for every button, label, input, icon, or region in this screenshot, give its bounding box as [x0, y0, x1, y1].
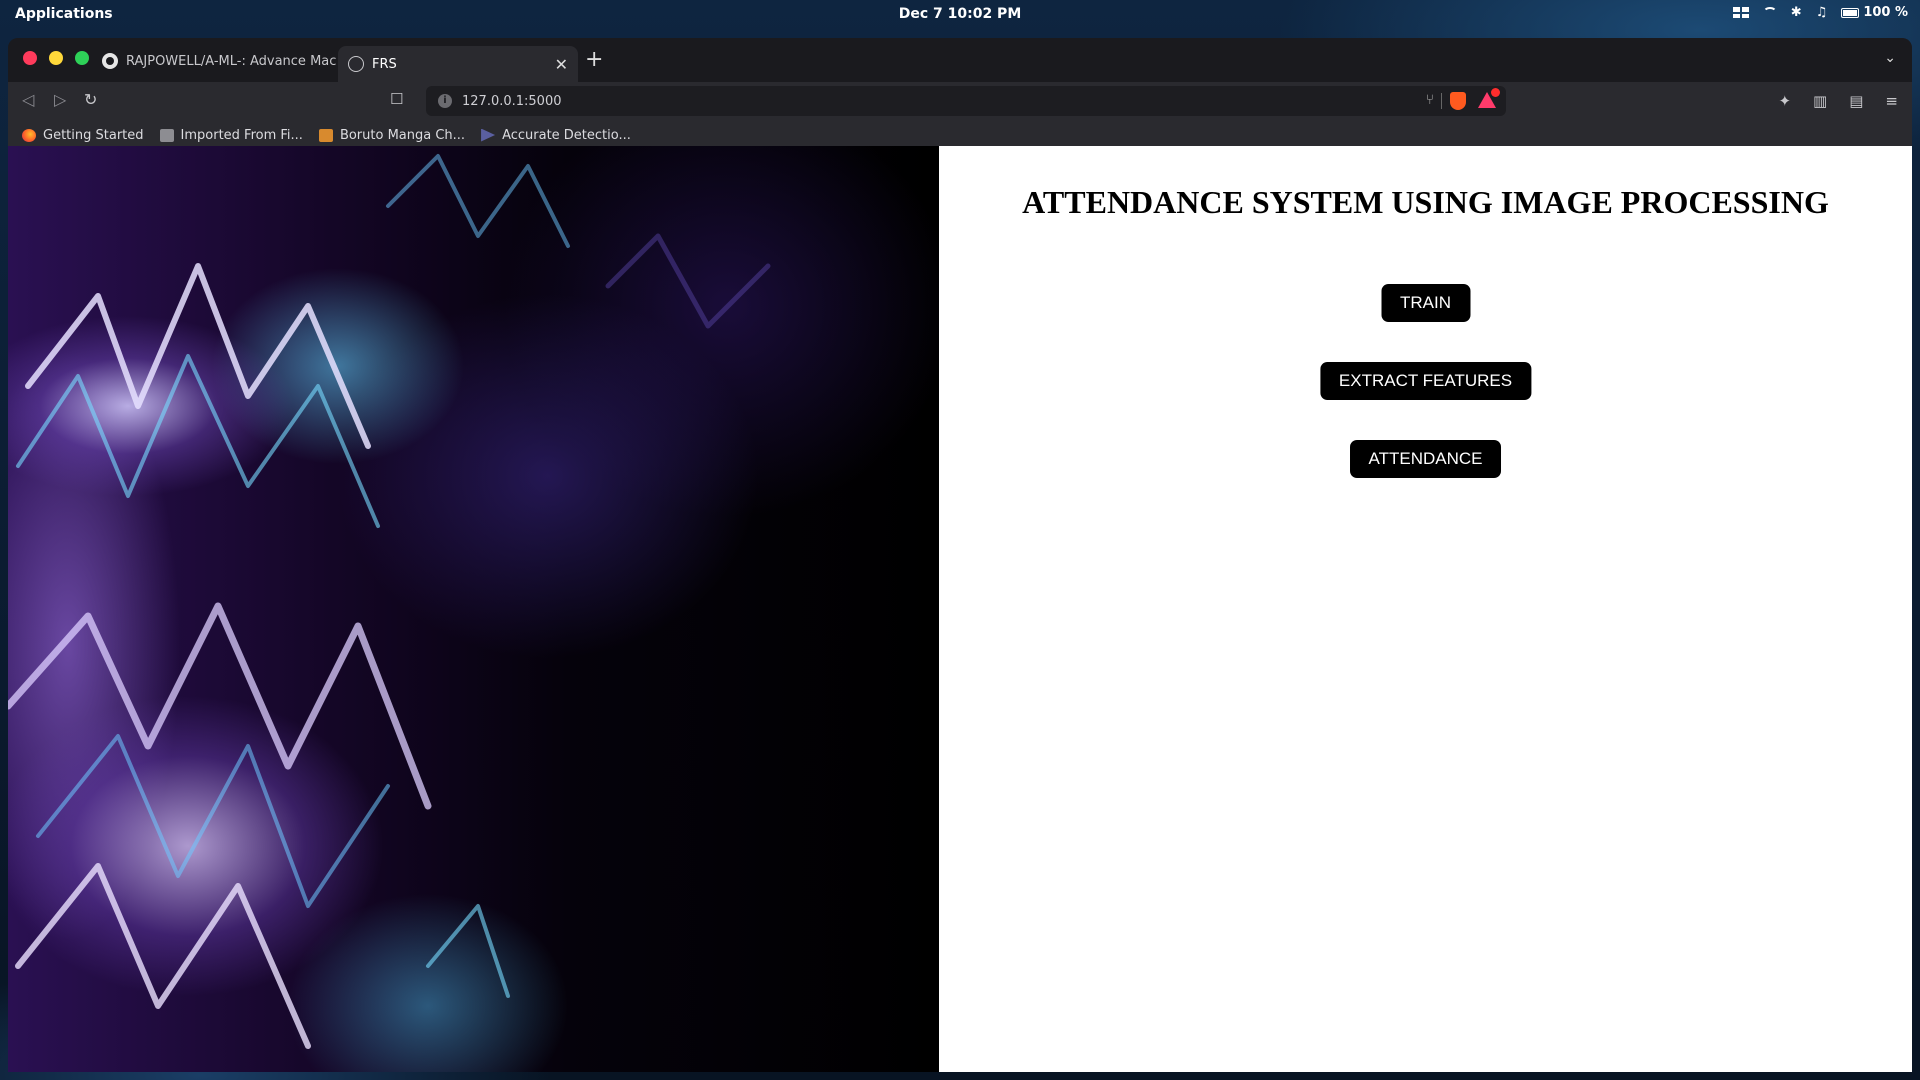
battery-indicator[interactable]: 100 % — [1841, 5, 1908, 20]
train-button[interactable]: TRAIN — [1381, 284, 1470, 322]
bookmark-getting-started[interactable]: Getting Started — [22, 128, 144, 143]
battery-icon — [1841, 7, 1860, 18]
bluetooth-icon[interactable]: ✱ — [1791, 5, 1802, 20]
navigation-toolbar: ◁ ▷ ↻ ☐ i 127.0.0.1:5000 ⑂ ✦ ▥ ▤ ≡ — [8, 82, 1912, 120]
tab-frs[interactable]: FRS ✕ — [338, 46, 578, 82]
tab-strip: RAJPOWELL/A-ML-: Advance Machi FRS ✕ + ⌄ — [8, 38, 1912, 82]
sidebar-icon[interactable]: ▥ — [1813, 92, 1827, 110]
window-controls — [23, 51, 89, 65]
notification-badge — [1491, 88, 1500, 97]
bookmark-label: Accurate Detectio... — [502, 127, 631, 143]
extract-features-button[interactable]: EXTRACT FEATURES — [1319, 362, 1532, 400]
back-icon[interactable]: ◁ — [22, 90, 34, 109]
bookmark-label: Imported From Fi... — [180, 127, 303, 143]
reload-icon[interactable]: ↻ — [84, 90, 97, 109]
bookmark-label: Boruto Manga Ch... — [339, 127, 466, 143]
main-content: ATTENDANCE SYSTEM USING IMAGE PROCESSING… — [939, 146, 1912, 1072]
manga-icon — [318, 128, 333, 142]
bookmark-accurate-detection[interactable]: Accurate Detectio... — [481, 128, 631, 143]
folder-icon — [159, 128, 174, 142]
menu-icon[interactable]: ≡ — [1885, 92, 1898, 110]
toolbar-right-icons: ✦ ▥ ▤ ≡ — [1778, 92, 1898, 110]
volume-icon[interactable]: ♫ — [1816, 5, 1828, 20]
firefox-icon — [22, 128, 36, 142]
tab-title: RAJPOWELL/A-ML-: Advance Machi — [126, 53, 336, 69]
page-title: ATTENDANCE SYSTEM USING IMAGE PROCESSING — [1022, 184, 1829, 220]
globe-icon — [348, 56, 364, 72]
wallet-icon[interactable]: ▤ — [1849, 92, 1863, 110]
workspaces-icon[interactable] — [1732, 7, 1749, 18]
browser-window: RAJPOWELL/A-ML-: Advance Machi FRS ✕ + ⌄… — [8, 38, 1912, 1072]
wifi-icon[interactable] — [1762, 7, 1777, 18]
system-tray: ✱ ♫ 100 % — [1732, 5, 1908, 20]
close-tab-icon[interactable]: ✕ — [555, 55, 568, 74]
battery-percent: 100 % — [1863, 5, 1908, 20]
bookmark-imported-folder[interactable]: Imported From Fi... — [159, 127, 303, 143]
attendance-button[interactable]: ATTENDANCE — [1349, 440, 1502, 478]
play-icon — [481, 128, 496, 142]
separator — [1441, 93, 1442, 109]
abstract-background-image — [8, 146, 939, 1072]
clock[interactable]: Dec 7 10:02 PM — [0, 6, 1920, 22]
extensions-icon[interactable]: ✦ — [1778, 92, 1791, 110]
liquid-art-strokes — [8, 154, 771, 1049]
bookmark-boruto-manga[interactable]: Boruto Manga Ch... — [318, 127, 466, 143]
github-icon — [102, 53, 118, 69]
brave-shield-icon[interactable] — [1450, 92, 1466, 110]
maximize-window-button[interactable] — [75, 51, 89, 65]
bookmark-icon[interactable]: ☐ — [390, 90, 403, 108]
site-info-icon[interactable]: i — [438, 94, 452, 108]
tab-github[interactable]: RAJPOWELL/A-ML-: Advance Machi — [92, 46, 336, 76]
system-top-bar: Applications Dec 7 10:02 PM ✱ ♫ 100 % — [0, 0, 1920, 30]
new-tab-button[interactable]: + — [585, 47, 603, 72]
close-window-button[interactable] — [23, 51, 37, 65]
url-text[interactable]: 127.0.0.1:5000 — [462, 94, 562, 109]
bookmark-label: Getting Started — [43, 127, 144, 143]
minimize-window-button[interactable] — [49, 51, 63, 65]
tab-list-chevron-icon[interactable]: ⌄ — [1884, 50, 1896, 66]
forward-icon[interactable]: ▷ — [54, 90, 66, 109]
page-viewport: ATTENDANCE SYSTEM USING IMAGE PROCESSING… — [8, 146, 1912, 1072]
share-icon[interactable]: ⑂ — [1426, 92, 1434, 108]
address-bar[interactable]: i 127.0.0.1:5000 ⑂ — [426, 86, 1506, 116]
tab-title: FRS — [372, 56, 397, 72]
